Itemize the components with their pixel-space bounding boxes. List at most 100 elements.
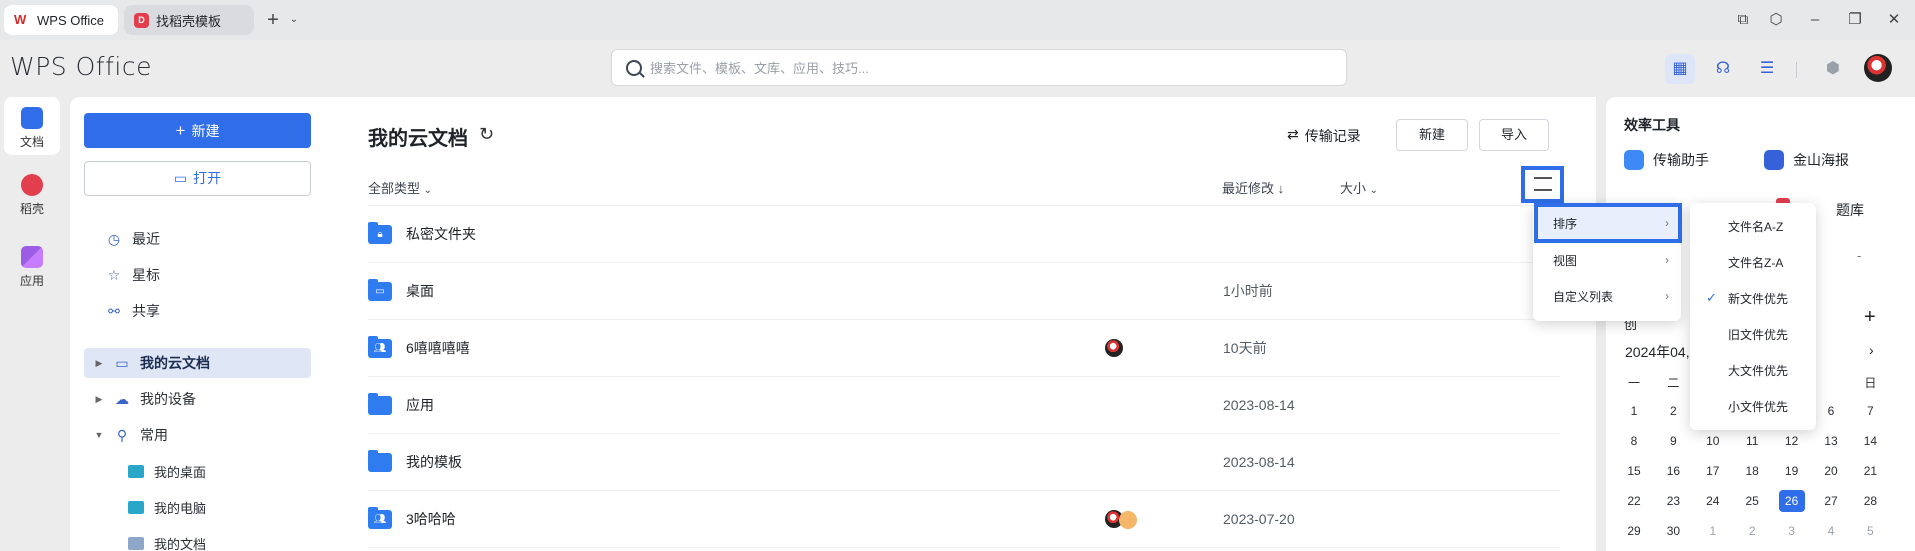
calendar-day[interactable]: 15	[1621, 460, 1647, 482]
calendar-day[interactable]: 25	[1739, 490, 1765, 512]
calendar-day[interactable]: 7	[1857, 400, 1883, 422]
calendar-day[interactable]: 27	[1818, 490, 1844, 512]
folder-open-icon: ▭	[173, 170, 188, 186]
close-icon[interactable]: ✕	[1884, 10, 1904, 30]
list-icon[interactable]: ☰	[1752, 54, 1782, 84]
sort-option[interactable]: 文件名Z-A	[1690, 245, 1816, 279]
calendar-day[interactable]: 17	[1700, 460, 1726, 482]
rail-item-apps[interactable]: 应用	[4, 236, 60, 294]
file-row[interactable]: 我的模板 2023-08-14	[368, 434, 1560, 491]
calendar-day[interactable]: 28	[1857, 490, 1883, 512]
headset-icon[interactable]: ☊	[1708, 54, 1738, 84]
calendar-day[interactable]: 18	[1739, 460, 1765, 482]
calendar-day[interactable]: 10	[1700, 430, 1726, 452]
maximize-icon[interactable]: ❐	[1845, 10, 1865, 30]
calendar-day[interactable]: 12	[1779, 430, 1805, 452]
calendar-day[interactable]: 3	[1779, 520, 1805, 542]
calendar-day[interactable]: 13	[1818, 430, 1844, 452]
file-row[interactable]: 👥︎ 6嘻嘻嘻嘻 10天前	[368, 320, 1560, 377]
menu-item-custom-columns[interactable]: 自定义列表 ›	[1533, 279, 1681, 313]
file-row[interactable]: 👥︎ 3哈哈哈 2023-07-20	[368, 491, 1560, 548]
calendar-day[interactable]: 2	[1739, 520, 1765, 542]
calendar-day[interactable]: 11	[1739, 430, 1765, 452]
sidebar-item-my-computer[interactable]: 我的电脑	[128, 492, 308, 522]
calendar-day[interactable]: 23	[1660, 490, 1686, 512]
wps-logo-icon: W	[14, 12, 27, 27]
calendar-day[interactable]: 26	[1778, 490, 1805, 512]
tab-docer-templates[interactable]: D 找稻壳模板	[124, 5, 254, 35]
search-icon	[626, 59, 642, 76]
sidebar-item-my-documents[interactable]: 我的文档	[128, 528, 308, 551]
rail-item-docer[interactable]: 稻壳	[4, 164, 60, 222]
transfer-records-button[interactable]: ⇄ 传输记录	[1287, 126, 1361, 146]
new-button[interactable]: + 新建	[84, 113, 311, 148]
file-row[interactable]: 🔒︎ 私密文件夹	[368, 206, 1560, 263]
add-tab-icon[interactable]: +	[263, 10, 283, 30]
file-row[interactable]: 应用 2023-08-14	[368, 377, 1560, 434]
list-options-menu-items: 排序 › 视图 › 自定义列表 ›	[1533, 203, 1681, 321]
calendar-day[interactable]: 9	[1660, 430, 1686, 452]
type-filter[interactable]: 全部类型 ⌄	[368, 178, 432, 197]
calendar-day[interactable]: 2	[1660, 400, 1686, 422]
rail-item-documents[interactable]: 文档	[4, 97, 60, 155]
sort-option-selected[interactable]: ✓ 新文件优先	[1690, 281, 1816, 315]
calendar-day[interactable]: 20	[1818, 460, 1844, 482]
chevron-down-icon: ⌄	[423, 185, 433, 196]
sidebar-item-my-desktop[interactable]: 我的桌面	[128, 456, 308, 486]
sort-option[interactable]: 小文件优先	[1690, 389, 1816, 423]
calendar-day[interactable]: 8	[1621, 430, 1647, 452]
sort-option[interactable]: 旧文件优先	[1690, 317, 1816, 351]
new-file-button[interactable]: 新建	[1396, 119, 1468, 151]
calendar-day[interactable]: 21	[1857, 460, 1883, 482]
add-event-icon[interactable]: +	[1864, 306, 1876, 329]
sort-option[interactable]: 大文件优先	[1690, 353, 1816, 387]
sidebar-item-recent[interactable]: ◷ 最近	[106, 224, 306, 254]
tool-transfer-assistant[interactable]: 传输助手	[1624, 150, 1709, 170]
caret-right-icon: ▶	[95, 357, 103, 368]
calendar-day[interactable]: 16	[1660, 460, 1686, 482]
sidebar-item-starred[interactable]: ☆ 星标	[106, 260, 306, 290]
sidebar-item-my-devices[interactable]: ▶ ☁ 我的设备	[84, 384, 311, 414]
calendar-day[interactable]: 29	[1621, 520, 1647, 542]
folder-icon	[368, 449, 392, 472]
sidebar-item-common[interactable]: ▼ ⚲ 常用	[84, 420, 311, 450]
calendar-day[interactable]: 14	[1857, 430, 1883, 452]
calendar-day[interactable]: 30	[1660, 520, 1686, 542]
calendar-day[interactable]: 6	[1818, 400, 1844, 422]
chevron-right-icon[interactable]: ›	[1869, 342, 1874, 358]
file-row[interactable]: ▭ 桌面 1小时前	[368, 263, 1560, 320]
calendar-day[interactable]: 1	[1700, 520, 1726, 542]
calendar-day[interactable]: 5	[1857, 520, 1883, 542]
menu-item-view[interactable]: 视图 ›	[1533, 243, 1681, 277]
minimize-icon[interactable]: –	[1805, 10, 1825, 30]
sort-option[interactable]: 文件名A-Z	[1690, 209, 1816, 243]
menu-item-sort[interactable]: 排序 ›	[1533, 206, 1681, 240]
import-button[interactable]: 导入	[1479, 119, 1549, 151]
calendar-day[interactable]: 19	[1779, 460, 1805, 482]
chevron-down-icon[interactable]: ⌄	[284, 10, 304, 30]
sort-modified[interactable]: 最近修改 ↓	[1222, 178, 1284, 197]
avatar[interactable]	[1864, 54, 1892, 82]
desktop-folder-icon: ▭	[368, 278, 392, 301]
window-restore-icon[interactable]: ⧉	[1733, 10, 1753, 30]
grid-view-icon[interactable]: ▦	[1665, 54, 1695, 84]
shield-icon[interactable]: ⬢	[1818, 54, 1848, 84]
sidebar-item-shared[interactable]: ⚯ 共享	[106, 296, 306, 326]
calendar-day[interactable]: 24	[1700, 490, 1726, 512]
search-input[interactable]: 搜索文件、模板、文库、应用、技巧...	[611, 49, 1347, 86]
cube-icon[interactable]: ⬡	[1766, 10, 1786, 30]
calendar-day[interactable]: 4	[1818, 520, 1844, 542]
calendar-day[interactable]: 1	[1621, 400, 1647, 422]
pin-icon: ⚲	[116, 427, 128, 443]
rail-label: 应用	[19, 274, 44, 288]
sort-size[interactable]: 大小 ⌄	[1340, 178, 1378, 197]
member-avatar	[1105, 339, 1123, 357]
open-button[interactable]: ▭ 打开	[84, 161, 311, 196]
list-settings-button[interactable]	[1521, 166, 1564, 203]
tab-wps-office[interactable]: W WPS Office	[4, 5, 118, 35]
sidebar-item-my-cloud-docs[interactable]: ▶ ▭ 我的云文档	[84, 348, 311, 378]
calendar-day[interactable]: 22	[1621, 490, 1647, 512]
sort-submenu: 文件名A-Z 文件名Z-A ✓ 新文件优先 旧文件优先 大文件优先 小文件优先	[1690, 203, 1816, 430]
tool-jinshan-poster[interactable]: 金山海报	[1764, 150, 1849, 170]
refresh-icon[interactable]: ↻	[479, 124, 494, 145]
